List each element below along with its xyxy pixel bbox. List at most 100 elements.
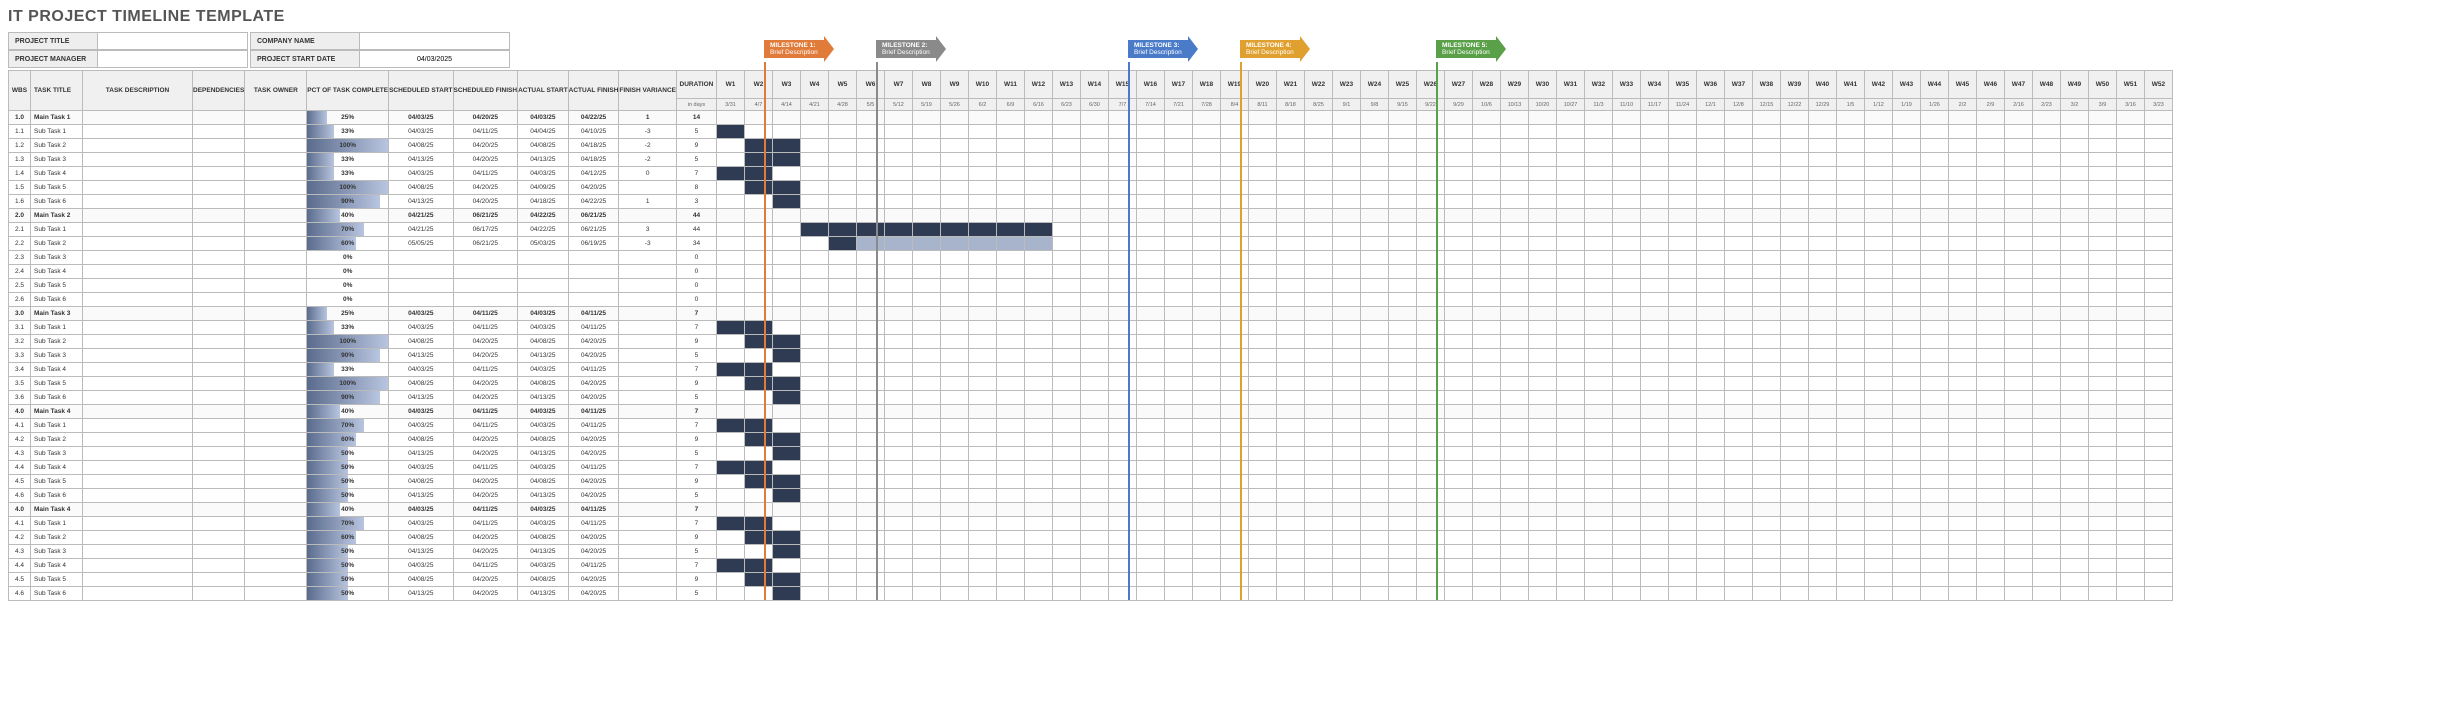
finish-variance-cell[interactable] [619, 279, 677, 293]
actual-finish-cell[interactable]: 04/20/25 [568, 587, 619, 601]
task-title-cell[interactable]: Sub Task 4 [31, 559, 83, 573]
sched-finish-cell[interactable] [453, 293, 518, 307]
pct-complete-cell[interactable]: 33% [307, 167, 389, 181]
task-title-cell[interactable]: Sub Task 1 [31, 321, 83, 335]
wbs-cell[interactable]: 4.3 [9, 447, 31, 461]
duration-cell[interactable]: 5 [676, 587, 716, 601]
task-owner-cell[interactable] [245, 545, 307, 559]
actual-start-cell[interactable]: 04/03/25 [518, 405, 569, 419]
task-owner-cell[interactable] [245, 559, 307, 573]
dependencies-cell[interactable] [193, 377, 245, 391]
task-title-cell[interactable]: Sub Task 3 [31, 447, 83, 461]
finish-variance-cell[interactable]: 3 [619, 223, 677, 237]
task-desc-cell[interactable] [83, 489, 193, 503]
wbs-cell[interactable]: 4.1 [9, 419, 31, 433]
finish-variance-cell[interactable]: -3 [619, 237, 677, 251]
finish-variance-cell[interactable] [619, 349, 677, 363]
wbs-cell[interactable]: 4.0 [9, 503, 31, 517]
dependencies-cell[interactable] [193, 517, 245, 531]
pct-complete-cell[interactable]: 100% [307, 335, 389, 349]
sched-start-cell[interactable]: 04/03/25 [389, 419, 453, 433]
task-title-cell[interactable]: Sub Task 6 [31, 391, 83, 405]
task-desc-cell[interactable] [83, 181, 193, 195]
actual-start-cell[interactable]: 04/04/25 [518, 125, 569, 139]
pct-complete-cell[interactable]: 25% [307, 307, 389, 321]
duration-cell[interactable]: 0 [676, 251, 716, 265]
dependencies-cell[interactable] [193, 461, 245, 475]
task-title-cell[interactable]: Sub Task 6 [31, 195, 83, 209]
wbs-cell[interactable]: 1.6 [9, 195, 31, 209]
task-desc-cell[interactable] [83, 391, 193, 405]
sched-finish-cell[interactable]: 04/20/25 [453, 447, 518, 461]
pct-complete-cell[interactable]: 100% [307, 377, 389, 391]
actual-start-cell[interactable]: 04/08/25 [518, 475, 569, 489]
sched-start-cell[interactable]: 04/13/25 [389, 545, 453, 559]
sched-finish-cell[interactable]: 04/20/25 [453, 349, 518, 363]
task-title-cell[interactable]: Sub Task 4 [31, 265, 83, 279]
actual-start-cell[interactable]: 04/03/25 [518, 167, 569, 181]
task-title-cell[interactable]: Sub Task 2 [31, 433, 83, 447]
sched-start-cell[interactable]: 04/13/25 [389, 349, 453, 363]
actual-finish-cell[interactable]: 06/21/25 [568, 209, 619, 223]
dependencies-cell[interactable] [193, 153, 245, 167]
actual-start-cell[interactable]: 04/03/25 [518, 419, 569, 433]
task-owner-cell[interactable] [245, 377, 307, 391]
finish-variance-cell[interactable] [619, 573, 677, 587]
actual-finish-cell[interactable]: 04/22/25 [568, 195, 619, 209]
task-title-cell[interactable]: Sub Task 1 [31, 125, 83, 139]
sched-start-cell[interactable]: 04/13/25 [389, 489, 453, 503]
pct-complete-cell[interactable]: 50% [307, 489, 389, 503]
task-title-cell[interactable]: Sub Task 1 [31, 223, 83, 237]
dependencies-cell[interactable] [193, 321, 245, 335]
sched-finish-cell[interactable]: 04/20/25 [453, 195, 518, 209]
sched-finish-cell[interactable]: 04/11/25 [453, 559, 518, 573]
finish-variance-cell[interactable] [619, 181, 677, 195]
actual-finish-cell[interactable]: 04/11/25 [568, 503, 619, 517]
task-owner-cell[interactable] [245, 363, 307, 377]
duration-cell[interactable]: 9 [676, 335, 716, 349]
actual-start-cell[interactable]: 04/03/25 [518, 363, 569, 377]
task-title-cell[interactable]: Sub Task 5 [31, 573, 83, 587]
sched-finish-cell[interactable]: 04/20/25 [453, 391, 518, 405]
finish-variance-cell[interactable]: 0 [619, 167, 677, 181]
duration-cell[interactable]: 9 [676, 475, 716, 489]
sched-finish-cell[interactable]: 04/11/25 [453, 503, 518, 517]
actual-start-cell[interactable]: 04/08/25 [518, 531, 569, 545]
dependencies-cell[interactable] [193, 433, 245, 447]
task-desc-cell[interactable] [83, 153, 193, 167]
dependencies-cell[interactable] [193, 125, 245, 139]
wbs-cell[interactable]: 1.3 [9, 153, 31, 167]
sched-finish-cell[interactable]: 06/21/25 [453, 209, 518, 223]
input-project-title[interactable] [98, 32, 248, 50]
pct-complete-cell[interactable]: 33% [307, 363, 389, 377]
actual-finish-cell[interactable]: 04/20/25 [568, 181, 619, 195]
sched-finish-cell[interactable]: 04/20/25 [453, 111, 518, 125]
dependencies-cell[interactable] [193, 447, 245, 461]
sched-finish-cell[interactable]: 06/21/25 [453, 237, 518, 251]
task-owner-cell[interactable] [245, 181, 307, 195]
task-title-cell[interactable]: Sub Task 6 [31, 489, 83, 503]
wbs-cell[interactable]: 1.2 [9, 139, 31, 153]
finish-variance-cell[interactable] [619, 419, 677, 433]
task-desc-cell[interactable] [83, 587, 193, 601]
task-owner-cell[interactable] [245, 167, 307, 181]
duration-cell[interactable]: 5 [676, 349, 716, 363]
duration-cell[interactable]: 44 [676, 223, 716, 237]
wbs-cell[interactable]: 2.0 [9, 209, 31, 223]
duration-cell[interactable]: 44 [676, 209, 716, 223]
task-owner-cell[interactable] [245, 447, 307, 461]
pct-complete-cell[interactable]: 0% [307, 251, 389, 265]
actual-start-cell[interactable]: 04/13/25 [518, 153, 569, 167]
sched-finish-cell[interactable]: 04/20/25 [453, 531, 518, 545]
duration-cell[interactable]: 5 [676, 153, 716, 167]
sched-finish-cell[interactable] [453, 265, 518, 279]
duration-cell[interactable]: 9 [676, 531, 716, 545]
task-owner-cell[interactable] [245, 517, 307, 531]
finish-variance-cell[interactable]: -2 [619, 139, 677, 153]
task-desc-cell[interactable] [83, 517, 193, 531]
task-owner-cell[interactable] [245, 279, 307, 293]
task-desc-cell[interactable] [83, 447, 193, 461]
dependencies-cell[interactable] [193, 265, 245, 279]
task-owner-cell[interactable] [245, 433, 307, 447]
task-desc-cell[interactable] [83, 279, 193, 293]
